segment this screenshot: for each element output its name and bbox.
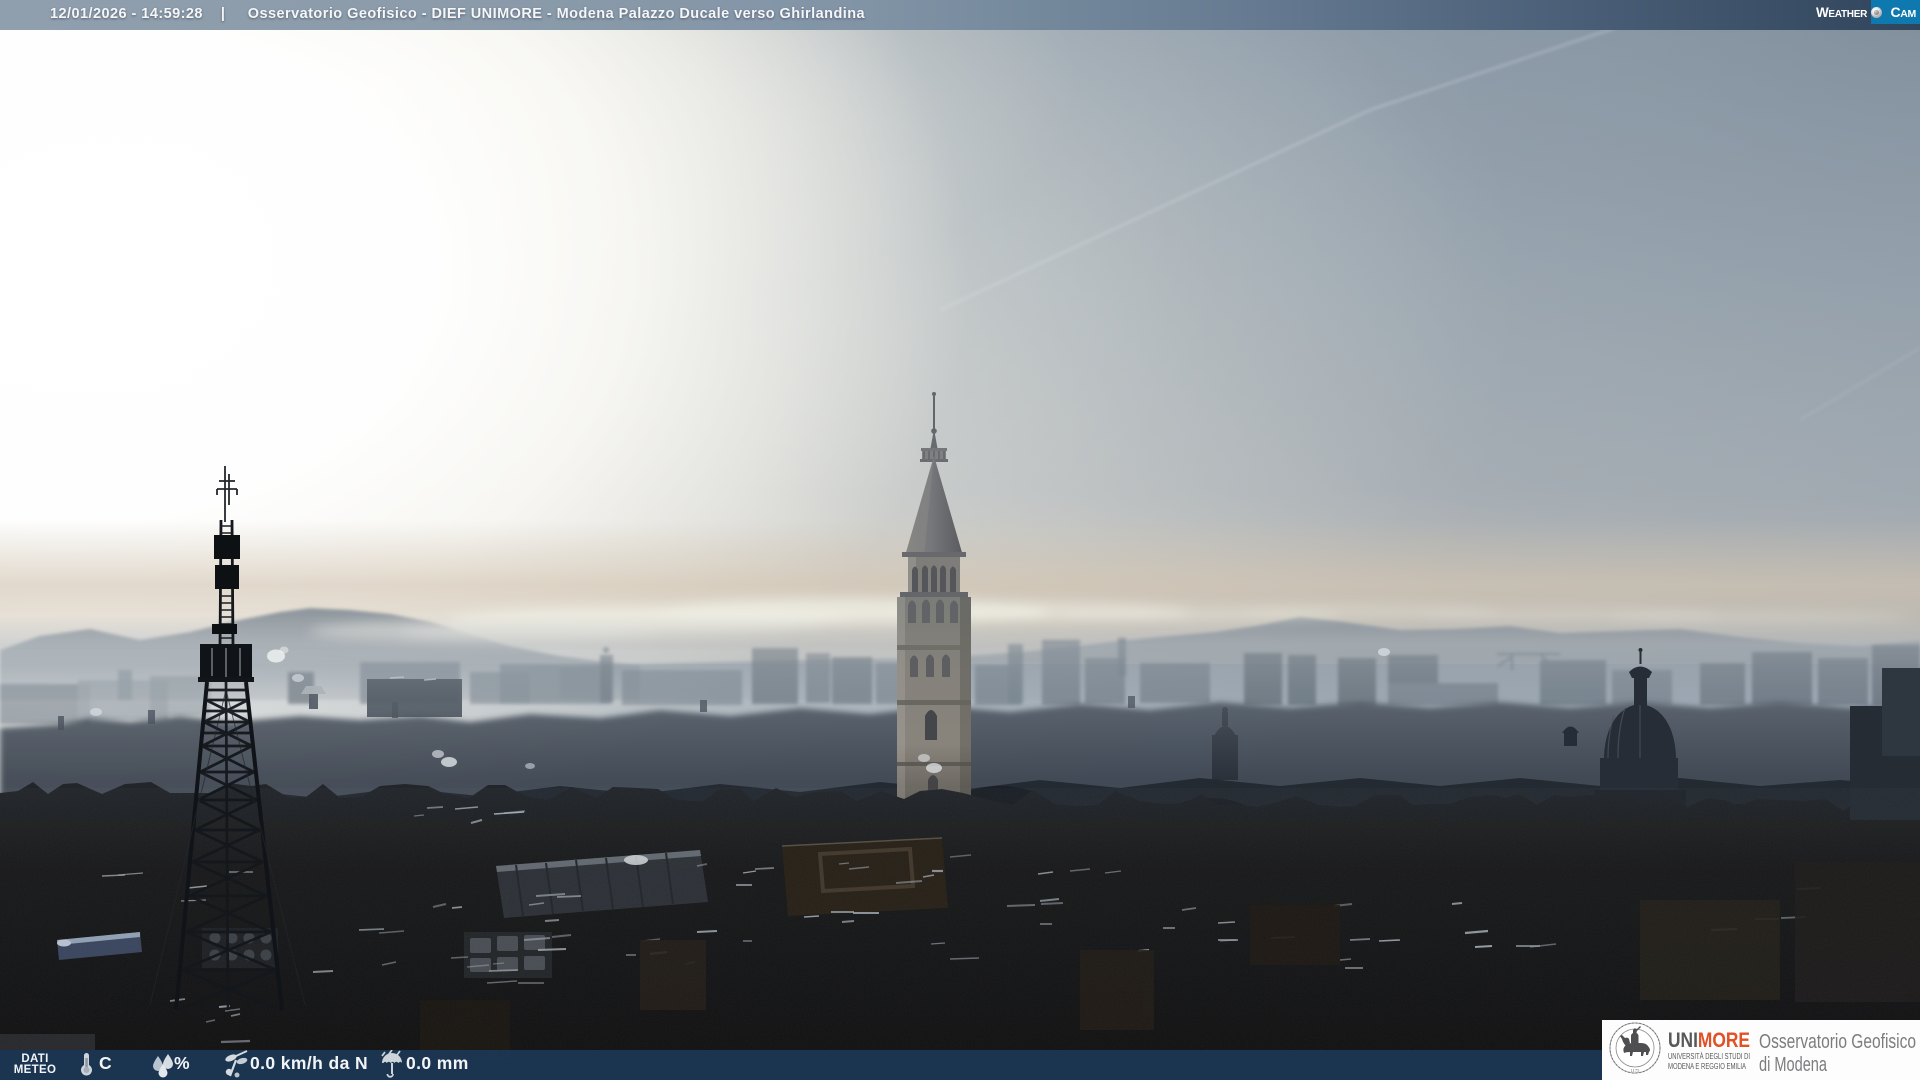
svg-text:UNIVERSITÀ DEGLI STUDI DI: UNIVERSITÀ DEGLI STUDI DI — [1668, 1051, 1750, 1061]
svg-text:1175: 1175 — [1631, 1068, 1641, 1073]
svg-text:Osservatorio Geofisico: Osservatorio Geofisico — [1759, 1031, 1916, 1053]
svg-text:MODENA E REGGIO EMILIA: MODENA E REGGIO EMILIA — [1668, 1061, 1746, 1071]
svg-text:di Modena: di Modena — [1759, 1054, 1828, 1076]
svg-text:UNIMORE: UNIMORE — [1668, 1029, 1750, 1052]
